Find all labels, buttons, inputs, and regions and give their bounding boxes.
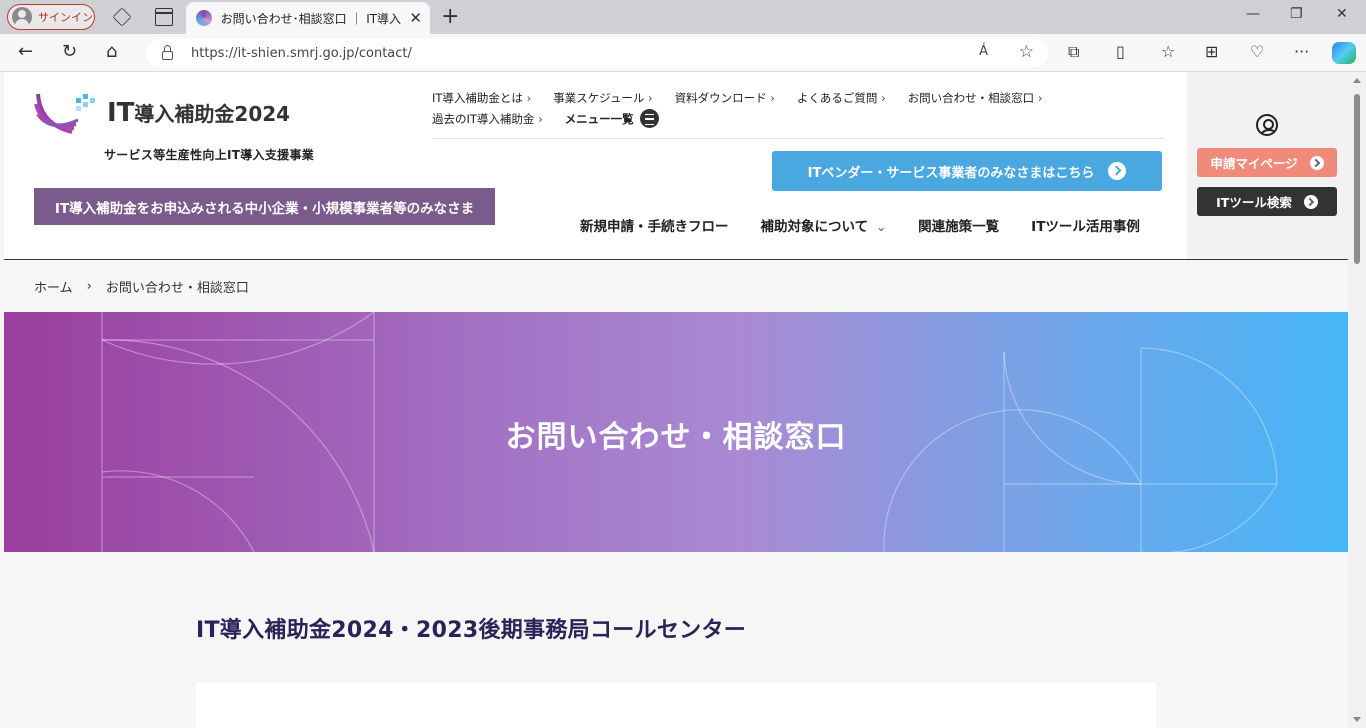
smb-button[interactable]: IT導入補助金をお申込みされる中小企業・小規模事業者等のみなさま xyxy=(34,188,495,225)
site-logo[interactable]: IT導入補助金2024 xyxy=(107,98,290,128)
top-links: IT導入補助金とは 事業スケジュール 資料ダウンロード よくあるご質問 お問い合… xyxy=(432,87,1172,129)
address-bar[interactable]: https://it-shien.smrj.go.jp/contact/ Á … xyxy=(146,39,1048,67)
scrollbar[interactable] xyxy=(1348,72,1366,728)
tagline: サービス等生産性向上IT導入支援事業 xyxy=(104,148,315,162)
menu-all-label: メニュー一覧 xyxy=(564,111,634,126)
back-icon[interactable]: ← xyxy=(18,41,33,62)
nav-eligibility[interactable]: 補助対象について ⌄ xyxy=(761,215,887,235)
copilot-icon[interactable] xyxy=(1332,42,1356,64)
nav-policies[interactable]: 関連施策一覧 xyxy=(918,215,999,235)
workspaces-icon[interactable] xyxy=(112,7,132,27)
breadcrumb-current: お問い合わせ・相談窓口 xyxy=(105,281,249,296)
logo-rest: 導入補助金2024 xyxy=(134,102,291,126)
split-screen-icon[interactable]: ▯ xyxy=(1116,42,1125,61)
extensions-icon[interactable]: ⧉ xyxy=(1068,42,1079,62)
collections-icon[interactable]: ⊞ xyxy=(1205,42,1218,61)
nav-flow[interactable]: 新規申請・手続きフロー xyxy=(580,215,729,235)
url-text[interactable]: https://it-shien.smrj.go.jp/contact/ xyxy=(191,46,412,61)
favorites-icon[interactable]: ☆ xyxy=(1161,42,1175,61)
site-header: IT導入補助金2024 サービス等生産性向上IT導入支援事業 IT導入補助金をお… xyxy=(4,72,1348,260)
tool-search-label: ITツール検索 xyxy=(1216,195,1292,210)
link-about[interactable]: IT導入補助金とは xyxy=(432,90,531,106)
side-panel: 申請マイページ ITツール検索 xyxy=(1187,72,1348,259)
lock-icon[interactable] xyxy=(162,45,173,60)
site-favicon-icon xyxy=(196,10,212,26)
scroll-up-icon[interactable] xyxy=(1353,78,1361,83)
arrow-right-icon xyxy=(1309,155,1324,170)
scrollbar-thumb[interactable] xyxy=(1354,94,1360,264)
link-download[interactable]: 資料ダウンロード xyxy=(675,90,775,106)
close-tab-icon[interactable]: ✕ xyxy=(409,9,422,27)
favorite-star-icon[interactable]: ☆ xyxy=(1019,42,1034,62)
home-icon[interactable]: ⌂ xyxy=(106,41,117,62)
restore-button[interactable]: ❐ xyxy=(1290,6,1303,22)
link-faq[interactable]: よくあるご質問 xyxy=(797,90,886,106)
breadcrumb: ホーム › お問い合わせ・相談窓口 xyxy=(34,277,249,296)
mypage-button[interactable]: 申請マイページ xyxy=(1197,148,1337,177)
section-title: IT導入補助金2024・2023後期事務局コールセンター xyxy=(196,618,747,643)
main-nav: 新規申請・手続きフロー 補助対象について ⌄ 関連施策一覧 ITツール活用事例 xyxy=(580,215,1140,235)
refresh-icon[interactable]: ↻ xyxy=(62,41,77,62)
breadcrumb-home[interactable]: ホーム xyxy=(34,277,73,296)
tab-actions-icon[interactable] xyxy=(155,8,173,26)
page-viewport: IT導入補助金2024 サービス等生産性向上IT導入支援事業 IT導入補助金をお… xyxy=(4,72,1348,728)
browser-toolbar: ← ↻ ⌂ https://it-shien.smrj.go.jp/contac… xyxy=(0,34,1366,72)
mypage-label: 申請マイページ xyxy=(1210,156,1298,171)
close-window-button[interactable]: ✕ xyxy=(1336,6,1348,22)
tab-title: お問い合わせ･相談窓口 ｜ IT導入補 xyxy=(220,11,402,26)
menu-all-button[interactable]: メニュー一覧 xyxy=(565,109,659,128)
nav-cases[interactable]: ITツール活用事例 xyxy=(1031,215,1140,235)
profile-icon xyxy=(12,7,32,27)
chevron-down-icon: ⌄ xyxy=(876,220,887,234)
link-schedule[interactable]: 事業スケジュール xyxy=(553,90,652,106)
link-contact[interactable]: お問い合わせ・相談窓口 xyxy=(908,90,1043,106)
more-options-icon[interactable]: ··· xyxy=(1294,42,1309,61)
breadcrumb-separator-icon: › xyxy=(86,279,92,294)
link-past[interactable]: 過去のIT導入補助金 xyxy=(432,111,543,127)
browser-tab-active[interactable]: お問い合わせ･相談窓口 ｜ IT導入補 ✕ xyxy=(186,2,430,34)
arrow-right-icon xyxy=(1108,162,1127,180)
user-icon[interactable] xyxy=(1256,114,1278,136)
signin-button[interactable]: サインイン xyxy=(7,4,95,30)
read-aloud-icon[interactable]: Á xyxy=(979,44,988,59)
arrow-right-icon xyxy=(1303,194,1318,209)
browser-tab-bar: サインイン お問い合わせ･相談窓口 ｜ IT導入補 ✕ + — ❐ ✕ xyxy=(0,0,1366,34)
minimize-button[interactable]: — xyxy=(1246,6,1260,22)
signin-label: サインイン xyxy=(38,11,93,24)
hero-banner: お問い合わせ・相談窓口 xyxy=(4,312,1348,552)
tool-search-button[interactable]: ITツール検索 xyxy=(1197,187,1337,216)
browser-essentials-icon[interactable]: ♡ xyxy=(1250,42,1264,61)
vendor-button[interactable]: ITベンダー・サービス事業者のみなさまはこちら xyxy=(772,151,1162,191)
scroll-down-icon[interactable] xyxy=(1353,717,1361,722)
hero-title: お問い合わせ・相談窓口 xyxy=(505,420,847,455)
content-card xyxy=(196,682,1156,728)
logo-it: IT xyxy=(107,98,135,128)
hamburger-icon xyxy=(639,109,659,128)
vendor-button-label: ITベンダー・サービス事業者のみなさまはこちら xyxy=(807,165,1095,181)
divider xyxy=(432,138,1164,139)
logo-mark-icon[interactable] xyxy=(32,84,96,138)
new-tab-button[interactable]: + xyxy=(441,4,459,29)
nav-eligibility-label: 補助対象について xyxy=(760,219,869,235)
